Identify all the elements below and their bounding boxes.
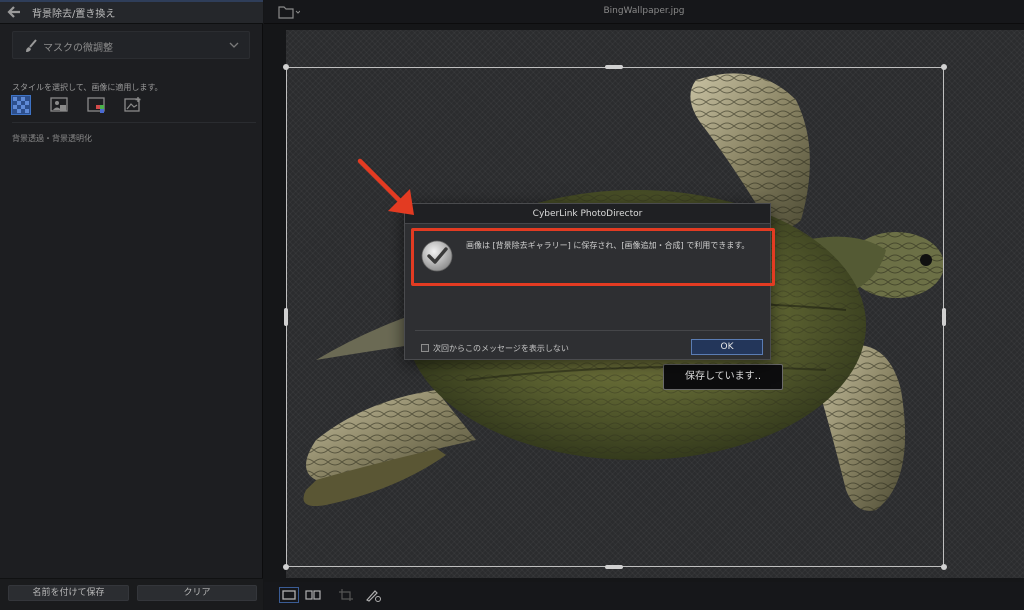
chevron-down-icon [229, 42, 239, 48]
save-as-button[interactable]: 名前を付けて保存 [8, 585, 129, 601]
dont-show-label: 次回からこのメッセージを表示しない [433, 344, 569, 353]
saving-status: 保存しています.. [663, 364, 783, 390]
mask-refine-dropdown[interactable]: マスクの微調整 [12, 31, 250, 59]
corner-handle[interactable] [283, 564, 289, 570]
corner-handle[interactable] [941, 64, 947, 70]
pen-tool-icon[interactable] [364, 588, 382, 602]
color-bg-style-icon[interactable] [87, 96, 105, 114]
panel-divider [12, 122, 256, 123]
edge-handle[interactable] [284, 308, 288, 326]
transparent-style-icon[interactable] [11, 95, 31, 115]
edge-handle[interactable] [605, 65, 623, 69]
dialog-separator [415, 330, 760, 331]
edge-handle[interactable] [942, 308, 946, 326]
panel-title: 背景除去/置き換え [32, 9, 116, 20]
background-mode-label: 背景透過・背景透明化 [12, 134, 92, 143]
left-bottom-bar: 名前を付けて保存 クリア [0, 578, 263, 610]
red-arrow-icon [357, 158, 414, 215]
style-hint-text: スタイルを選択して、画像に適用します。 [12, 83, 163, 92]
edge-handle[interactable] [605, 565, 623, 569]
corner-handle[interactable] [941, 564, 947, 570]
file-name: BingWallpaper.jpg [603, 6, 685, 16]
single-view-icon[interactable] [279, 587, 299, 603]
header-accent [0, 0, 263, 2]
ok-button[interactable]: OK [691, 339, 763, 355]
image-bg-style-icon[interactable] [124, 96, 142, 114]
clear-button[interactable]: クリア [137, 585, 257, 601]
back-arrow-icon[interactable] [6, 4, 22, 20]
dialog-title: CyberLink PhotoDirector [405, 204, 770, 224]
highlight-annotation-box [411, 228, 775, 286]
crop-tool-icon[interactable] [338, 588, 356, 602]
person-bg-style-icon[interactable] [50, 96, 68, 114]
compare-view-icon[interactable] [304, 588, 322, 602]
left-panel: 背景除去/置き換え マスクの微調整 スタイルを選択して、画像に適用します。 背景… [0, 0, 263, 610]
mask-refine-label: マスクの微調整 [43, 43, 113, 54]
dont-show-checkbox[interactable] [421, 344, 429, 352]
corner-handle[interactable] [283, 64, 289, 70]
panel-header: 背景除去/置き換え [0, 0, 263, 24]
workspace-topbar: BingWallpaper.jpg [264, 0, 1024, 24]
brush-icon [26, 39, 37, 52]
workspace-bottom-tools [264, 582, 1024, 610]
